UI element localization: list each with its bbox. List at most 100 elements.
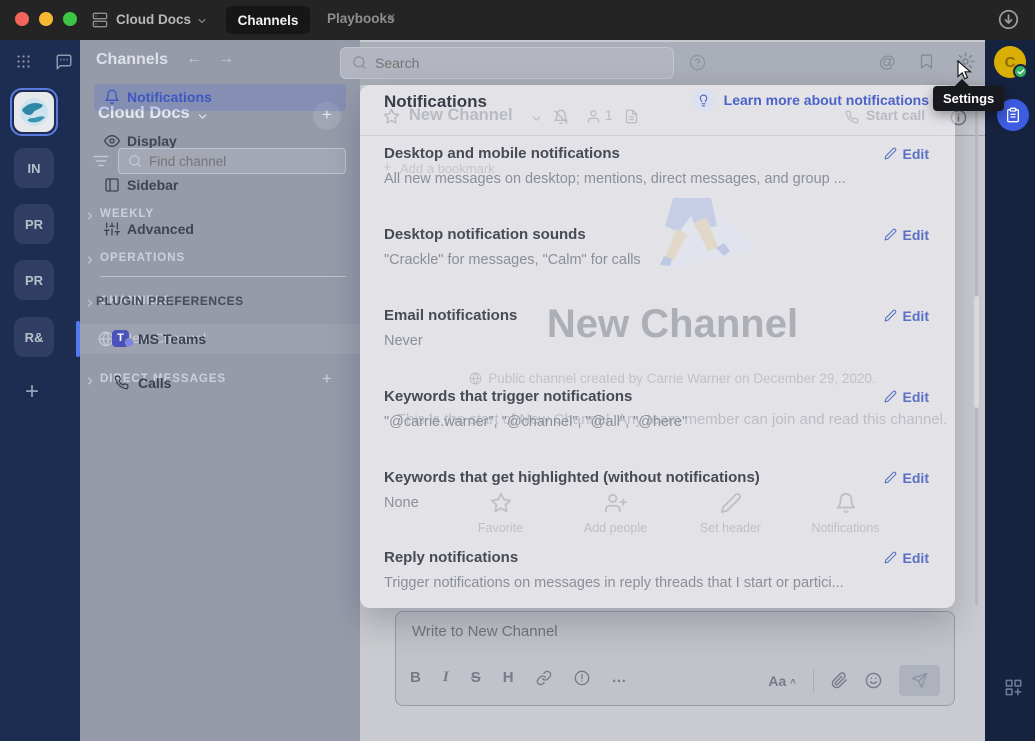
online-status-badge bbox=[1013, 64, 1028, 79]
section-value: All new messages on desktop; mentions, d… bbox=[384, 171, 929, 187]
edit-reply-notifications-button[interactable]: Edit bbox=[884, 550, 929, 566]
settings-nav-title: Channels bbox=[96, 51, 168, 69]
lightbulb-icon bbox=[692, 88, 716, 112]
emoji-button[interactable] bbox=[865, 672, 882, 689]
section-value: Trigger notifications on messages in rep… bbox=[384, 575, 929, 591]
bold-button[interactable]: B bbox=[410, 669, 421, 686]
active-team-ring bbox=[10, 88, 58, 136]
heading-button[interactable]: H bbox=[503, 669, 514, 686]
add-team-button[interactable]: + bbox=[25, 378, 39, 406]
chevron-right-icon[interactable] bbox=[84, 254, 96, 266]
chevron-down-icon bbox=[196, 15, 208, 27]
channel-sidebar: Channels ← → Cloud Docs + Notifications … bbox=[80, 40, 360, 741]
ms-teams-icon-dot bbox=[125, 338, 134, 347]
pencil-icon bbox=[884, 309, 897, 322]
close-window-button[interactable] bbox=[15, 12, 29, 26]
sidebar-section-operations[interactable]: OPERATIONS bbox=[100, 252, 185, 264]
sidebar-divider bbox=[100, 276, 346, 277]
saved-posts-icon[interactable] bbox=[918, 53, 935, 70]
team-tile[interactable]: R& bbox=[14, 317, 54, 357]
chevron-right-icon[interactable] bbox=[84, 297, 96, 309]
settings-nav-sidebar[interactable]: Sidebar bbox=[94, 172, 346, 199]
check-icon bbox=[1017, 68, 1025, 76]
settings-section-notification-sounds: Desktop notification sounds Edit "Crackl… bbox=[384, 226, 929, 268]
italic-button[interactable]: I bbox=[443, 669, 449, 686]
attachment-button[interactable] bbox=[831, 672, 848, 689]
section-title: Keywords that trigger notifications bbox=[384, 388, 632, 405]
edit-highlight-keywords-button[interactable]: Edit bbox=[884, 470, 929, 486]
section-value: None bbox=[384, 495, 929, 511]
toolbar-divider bbox=[813, 670, 814, 692]
send-button[interactable] bbox=[899, 665, 940, 696]
pencil-icon bbox=[884, 390, 897, 403]
tab-channels[interactable]: Channels bbox=[226, 6, 310, 34]
edit-desktop-notifications-button[interactable]: Edit bbox=[884, 146, 929, 162]
section-title: Keywords that get highlighted (without n… bbox=[384, 469, 760, 486]
forward-arrow-icon[interactable]: → bbox=[218, 50, 234, 68]
more-formatting-button[interactable]: … bbox=[612, 669, 628, 686]
team-avatar-globe[interactable] bbox=[14, 92, 54, 132]
chevron-down-icon bbox=[196, 110, 209, 123]
globe-image bbox=[18, 96, 50, 128]
workspace-selector[interactable]: Cloud Docs bbox=[116, 12, 191, 27]
clipboard-icon bbox=[1005, 107, 1021, 123]
settings-section-reply-notifications: Reply notifications Edit Trigger notific… bbox=[384, 549, 929, 591]
settings-nav-calls[interactable]: Calls bbox=[94, 370, 346, 397]
tab-playbooks[interactable]: Playbooks bbox=[327, 11, 395, 26]
search-input[interactable] bbox=[340, 47, 674, 79]
strikethrough-button[interactable]: S bbox=[471, 669, 481, 686]
chat-bubble-icon[interactable] bbox=[55, 53, 73, 71]
search-icon bbox=[128, 154, 142, 168]
settings-nav-advanced[interactable]: Advanced bbox=[94, 216, 346, 243]
find-channel-input[interactable] bbox=[118, 148, 346, 174]
edit-email-notifications-button[interactable]: Edit bbox=[884, 308, 929, 324]
sidebar-icon bbox=[104, 177, 120, 193]
app-marketplace-icon[interactable] bbox=[1004, 678, 1023, 697]
composer-toolbar: B I S H … bbox=[410, 669, 628, 686]
scrollbar-thumb[interactable] bbox=[974, 296, 979, 408]
close-tab-icon[interactable]: × bbox=[387, 9, 396, 26]
link-button[interactable] bbox=[536, 670, 552, 686]
edit-trigger-keywords-button[interactable]: Edit bbox=[884, 389, 929, 405]
product-grid-icon[interactable] bbox=[15, 53, 32, 70]
help-icon[interactable] bbox=[689, 54, 706, 71]
settings-section-desktop-notifications: Desktop and mobile notifications Edit Al… bbox=[384, 145, 929, 187]
format-toggle-button[interactable]: Aa ^ bbox=[768, 673, 796, 689]
settings-section-trigger-keywords: Keywords that trigger notifications Edit… bbox=[384, 388, 929, 430]
pencil-icon bbox=[884, 471, 897, 484]
message-composer[interactable]: B I S H … Aa ^ bbox=[395, 611, 955, 706]
edit-notification-sounds-button[interactable]: Edit bbox=[884, 227, 929, 243]
settings-section-email-notifications: Email notifications Edit Never bbox=[384, 307, 929, 349]
sliders-icon bbox=[104, 221, 120, 237]
app-bar: C bbox=[985, 40, 1035, 741]
message-input[interactable] bbox=[410, 622, 810, 641]
section-title: Email notifications bbox=[384, 307, 517, 324]
download-icon[interactable] bbox=[998, 9, 1019, 30]
search-icon bbox=[352, 55, 367, 70]
team-tile[interactable]: PR bbox=[14, 260, 54, 300]
settings-nav-notifications[interactable]: Notifications bbox=[94, 84, 346, 111]
section-title: Desktop and mobile notifications bbox=[384, 145, 620, 162]
team-tile[interactable]: IN bbox=[14, 148, 54, 188]
settings-nav-ms-teams[interactable]: T MS Teams bbox=[94, 326, 346, 353]
filter-icon[interactable] bbox=[92, 152, 110, 170]
section-value: "@carrie.warner", "@channel", "@all", "@… bbox=[384, 414, 929, 430]
send-icon bbox=[911, 672, 928, 689]
learn-more-link[interactable]: Learn more about notifications bbox=[692, 88, 929, 112]
priority-button[interactable] bbox=[574, 670, 590, 686]
bell-icon bbox=[104, 89, 120, 105]
minimize-window-button[interactable] bbox=[39, 12, 53, 26]
server-icon bbox=[92, 12, 108, 28]
settings-tooltip: Settings bbox=[933, 86, 1004, 111]
team-tile[interactable]: PR bbox=[14, 204, 54, 244]
settings-modal: Notifications Learn more about notificat… bbox=[360, 85, 955, 608]
section-value: Never bbox=[384, 333, 929, 349]
eye-icon bbox=[104, 133, 120, 149]
back-arrow-icon[interactable]: ← bbox=[186, 50, 202, 68]
mouse-cursor bbox=[957, 60, 973, 82]
zoom-window-button[interactable] bbox=[63, 12, 77, 26]
section-title: Reply notifications bbox=[384, 549, 518, 566]
phone-icon bbox=[114, 375, 129, 390]
mentions-icon[interactable]: @ bbox=[879, 52, 896, 72]
section-title: Desktop notification sounds bbox=[384, 226, 586, 243]
